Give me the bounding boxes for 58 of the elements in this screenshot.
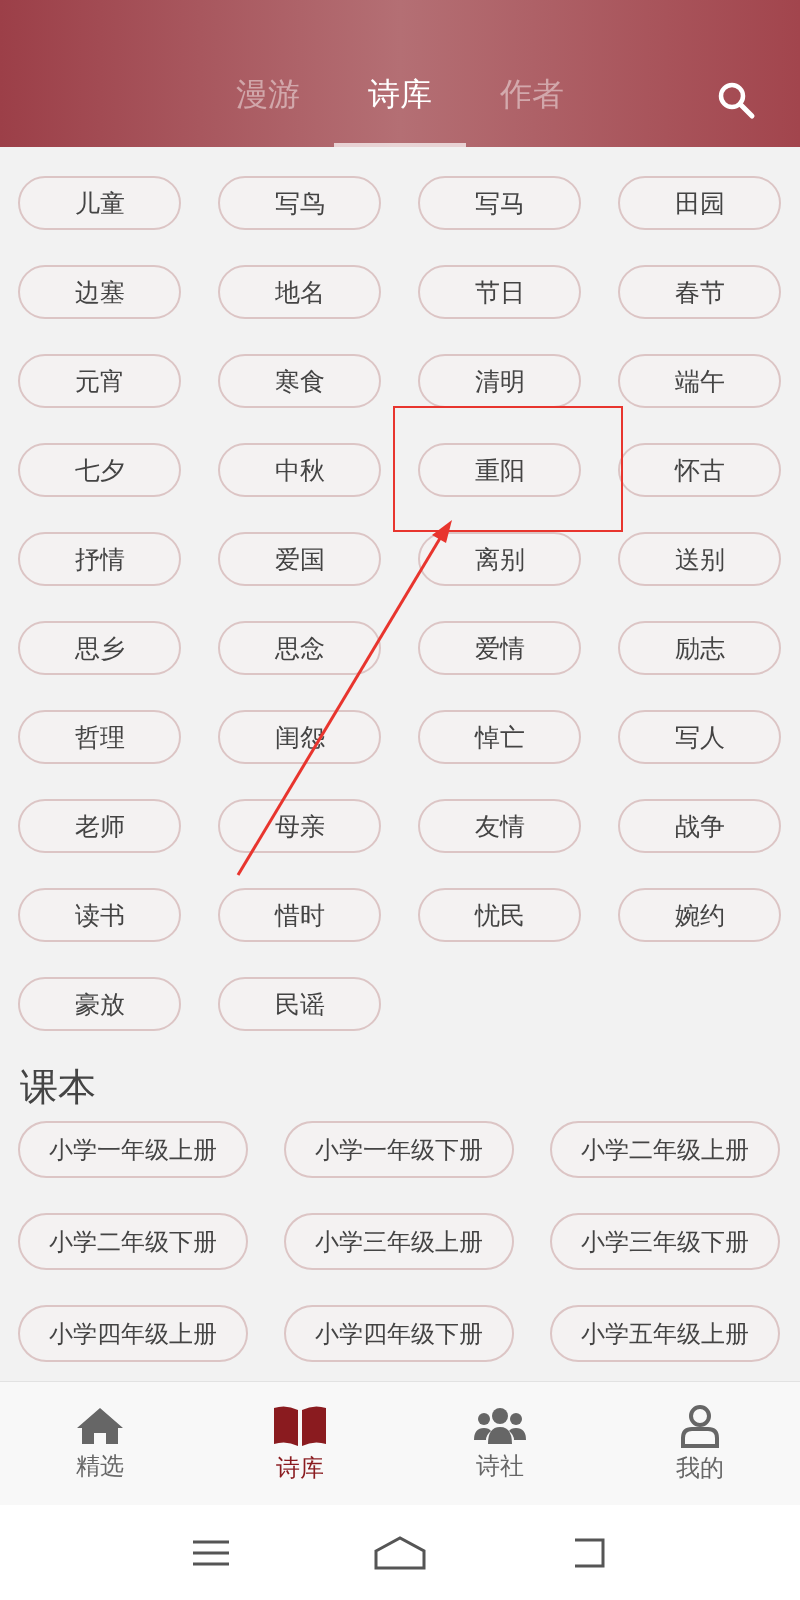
tag-chip[interactable]: 爱国 [218,532,381,586]
tag-chip[interactable]: 母亲 [218,799,381,853]
textbook-chip[interactable]: 小学五年级上册 [550,1305,780,1362]
textbook-chip[interactable]: 小学四年级上册 [18,1305,248,1362]
textbook-chip[interactable]: 小学三年级下册 [550,1213,780,1270]
tag-chip[interactable]: 寒食 [218,354,381,408]
tag-chip[interactable]: 惜时 [218,888,381,942]
tag-chip[interactable]: 田园 [618,176,781,230]
textbook-chip[interactable]: 小学二年级下册 [18,1213,248,1270]
tag-chip[interactable]: 送别 [618,532,781,586]
tag-chip[interactable]: 思念 [218,621,381,675]
tag-chip[interactable]: 民谣 [218,977,381,1031]
tag-chip[interactable]: 婉约 [618,888,781,942]
textbook-chip[interactable]: 小学二年级上册 [550,1121,780,1178]
search-icon[interactable] [716,80,756,120]
section-title: 课本 [20,1064,97,1111]
tag-chip[interactable]: 儿童 [18,176,181,230]
textbook-chip[interactable]: 小学四年级下册 [284,1305,514,1362]
tag-chip[interactable]: 边塞 [18,265,181,319]
tag-chip[interactable]: 中秋 [218,443,381,497]
tag-chip[interactable]: 写马 [418,176,581,230]
nav-item[interactable]: 诗库 [200,1382,400,1505]
nav-item[interactable]: 精选 [0,1382,200,1505]
tag-chip[interactable]: 思乡 [18,621,181,675]
tag-chip[interactable]: 读书 [18,888,181,942]
tag-chip[interactable]: 端午 [618,354,781,408]
tag-chip[interactable]: 豪放 [18,977,181,1031]
home-icon [75,1405,125,1446]
tag-chip[interactable]: 重阳 [418,443,581,497]
tag-chip[interactable]: 地名 [218,265,381,319]
tag-chip[interactable]: 春节 [618,265,781,319]
tag-chip[interactable]: 老师 [18,799,181,853]
tag-chip[interactable]: 抒情 [18,532,181,586]
tag-chip[interactable]: 元宵 [18,354,181,408]
textbook-chip[interactable]: 小学三年级上册 [284,1213,514,1270]
tag-chip[interactable]: 励志 [618,621,781,675]
tag-chip[interactable]: 战争 [618,799,781,853]
group-icon [472,1405,528,1446]
tag-chip[interactable]: 怀古 [618,443,781,497]
home-icon[interactable] [373,1534,427,1571]
tag-chip[interactable]: 写人 [618,710,781,764]
tag-chip[interactable]: 清明 [418,354,581,408]
tag-chip[interactable]: 节日 [418,265,581,319]
person-icon [680,1403,720,1448]
tag-chip[interactable]: 哲理 [18,710,181,764]
tag-chip[interactable]: 忧民 [418,888,581,942]
tag-chip[interactable]: 七夕 [18,443,181,497]
textbook-chip[interactable]: 小学一年级下册 [284,1121,514,1178]
tag-chip[interactable]: 友情 [418,799,581,853]
textbook-chip[interactable]: 小学一年级上册 [18,1121,248,1178]
tag-chip[interactable]: 写鸟 [218,176,381,230]
tag-chip[interactable]: 爱情 [418,621,581,675]
book-icon [272,1403,328,1448]
tag-chip[interactable]: 悼亡 [418,710,581,764]
nav-item[interactable]: 诗社 [400,1382,600,1505]
nav-item[interactable]: 我的 [600,1382,800,1505]
tab[interactable]: 诗库 [334,73,466,147]
tag-chip[interactable]: 离别 [418,532,581,586]
